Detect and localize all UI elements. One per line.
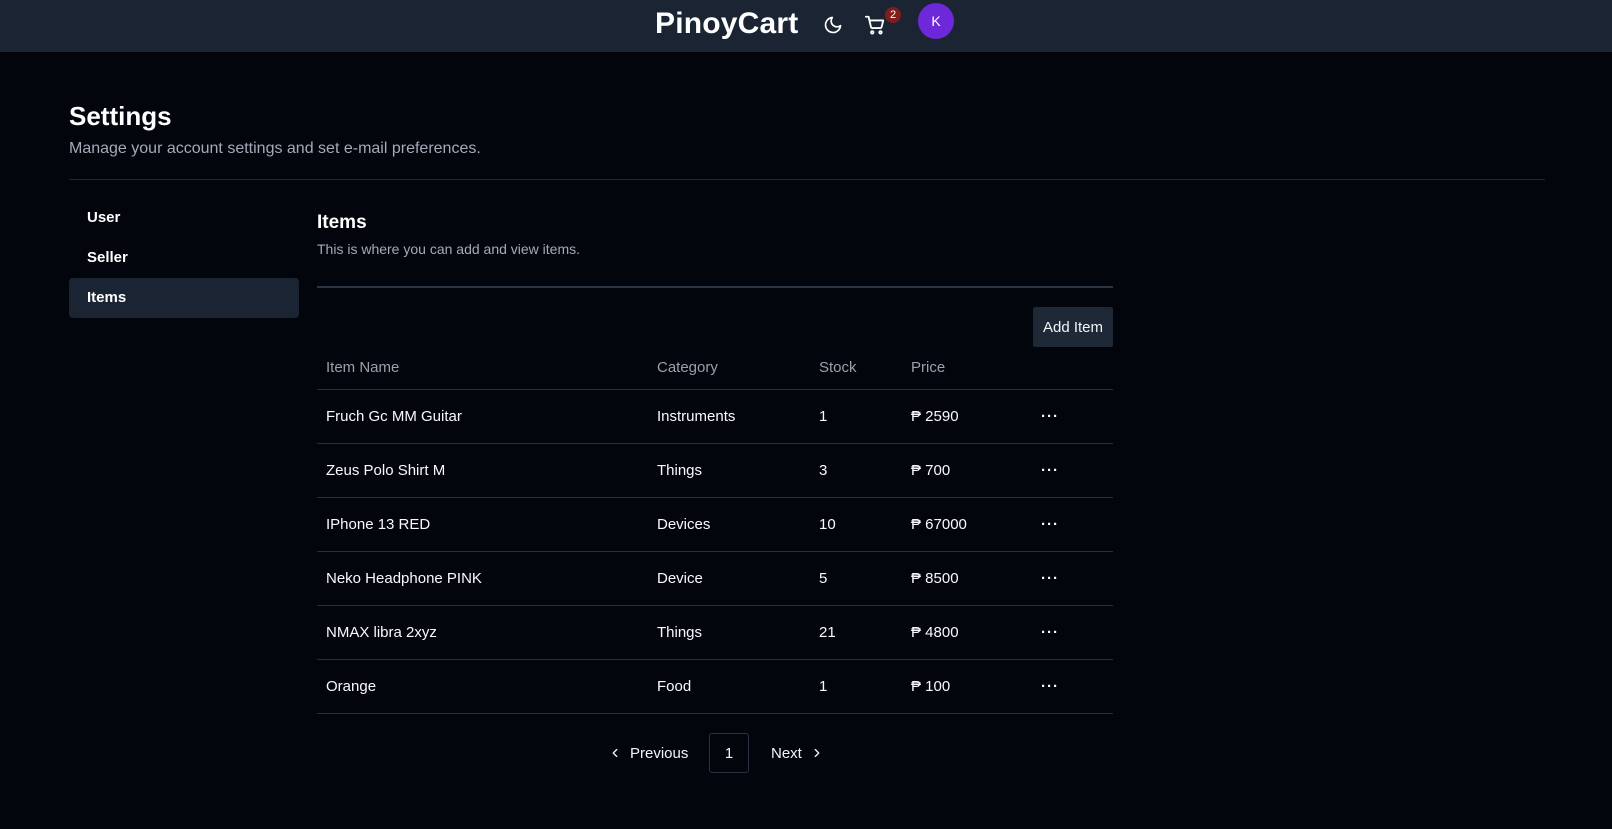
item-name: Neko Headphone PINK <box>326 570 482 587</box>
more-actions-icon[interactable]: ··· <box>1041 660 1059 713</box>
more-actions-icon[interactable]: ··· <box>1041 444 1059 497</box>
theme-toggle-button[interactable] <box>820 12 846 38</box>
table-row: Orange Food 1 ₱ 100 ··· <box>317 660 1113 714</box>
item-price: ₱ 700 <box>911 462 951 479</box>
table-row: Neko Headphone PINK Device 5 ₱ 8500 ··· <box>317 552 1113 606</box>
sidebar-item-seller[interactable]: Seller <box>69 238 299 278</box>
section-title: Items <box>317 212 367 233</box>
item-stock: 1 <box>819 408 828 425</box>
cart-count-badge: 2 <box>885 7 901 23</box>
add-item-button[interactable]: Add Item <box>1033 307 1113 347</box>
next-page-button[interactable]: Next <box>771 733 824 773</box>
settings-sidebar: User Seller Items <box>69 198 301 318</box>
pagination: Previous 1 Next <box>600 733 840 773</box>
item-name: Zeus Polo Shirt M <box>326 462 446 479</box>
chevron-right-icon <box>814 748 820 758</box>
table-row: Fruch Gc MM Guitar Instruments 1 ₱ 2590 … <box>317 390 1113 444</box>
more-actions-icon[interactable]: ··· <box>1041 498 1059 551</box>
user-avatar[interactable]: K <box>918 3 954 39</box>
table-row: Zeus Polo Shirt M Things 3 ₱ 700 ··· <box>317 444 1113 498</box>
item-category: Instruments <box>657 408 736 425</box>
page-description: Manage your account settings and set e-m… <box>69 140 481 157</box>
more-actions-icon[interactable]: ··· <box>1041 552 1059 605</box>
column-header-stock: Stock <box>819 359 857 376</box>
column-header-item-name: Item Name <box>326 359 400 376</box>
table-row: NMAX libra 2xyz Things 21 ₱ 4800 ··· <box>317 606 1113 660</box>
item-stock: 3 <box>819 462 828 479</box>
item-name: IPhone 13 RED <box>326 516 431 533</box>
cart-icon <box>864 15 885 35</box>
table-row: IPhone 13 RED Devices 10 ₱ 67000 ··· <box>317 498 1113 552</box>
next-label: Next <box>771 744 802 762</box>
more-actions-icon[interactable]: ··· <box>1041 606 1059 659</box>
page-divider <box>69 179 1545 180</box>
item-price: ₱ 67000 <box>911 516 967 533</box>
brand-logo[interactable]: PinoyCart <box>655 7 799 41</box>
item-category: Devices <box>657 516 711 533</box>
item-price: ₱ 4800 <box>911 624 959 641</box>
item-stock: 5 <box>819 570 828 587</box>
item-category: Things <box>657 624 703 641</box>
top-navbar: PinoyCart 2 K <box>0 0 1612 52</box>
previous-label: Previous <box>630 744 689 762</box>
page-number-button[interactable]: 1 <box>709 733 749 773</box>
column-header-category: Category <box>657 359 718 376</box>
item-price: ₱ 100 <box>911 678 951 695</box>
column-header-price: Price <box>911 359 946 376</box>
page-title: Settings <box>69 101 172 131</box>
section-divider <box>317 286 1113 288</box>
item-name: NMAX libra 2xyz <box>326 624 437 641</box>
item-name: Fruch Gc MM Guitar <box>326 408 462 425</box>
previous-page-button[interactable]: Previous <box>608 733 688 773</box>
item-stock: 21 <box>819 624 836 641</box>
item-price: ₱ 2590 <box>911 408 959 425</box>
item-category: Food <box>657 678 692 695</box>
item-stock: 1 <box>819 678 828 695</box>
item-name: Orange <box>326 678 377 695</box>
item-category: Device <box>657 570 703 587</box>
items-table: Item Name Category Stock Price Fruch Gc … <box>317 346 1113 714</box>
cart-button[interactable]: 2 <box>862 7 901 40</box>
item-price: ₱ 8500 <box>911 570 959 587</box>
item-category: Things <box>657 462 703 479</box>
moon-icon <box>824 16 842 34</box>
chevron-left-icon <box>612 748 618 758</box>
sidebar-item-items[interactable]: Items <box>69 278 299 318</box>
section-description: This is where you can add and view items… <box>317 241 581 257</box>
table-header: Item Name Category Stock Price <box>317 346 1113 390</box>
sidebar-item-user[interactable]: User <box>69 198 299 238</box>
item-stock: 10 <box>819 516 836 533</box>
more-actions-icon[interactable]: ··· <box>1041 390 1059 443</box>
